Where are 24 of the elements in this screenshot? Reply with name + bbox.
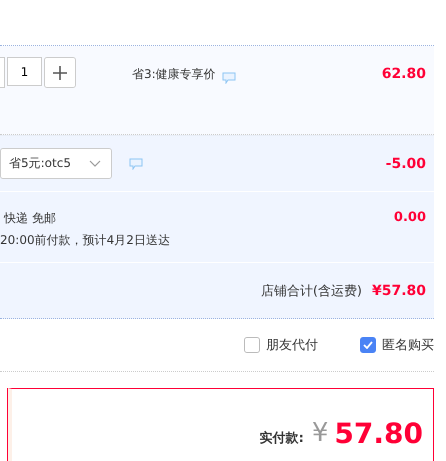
coupon-dropdown[interactable]: 省5元:otc5 xyxy=(0,148,112,179)
stepper-button[interactable] xyxy=(0,57,5,88)
payment-label: 实付款: xyxy=(260,430,304,447)
delivery-fee: 0.00 xyxy=(394,210,426,225)
delivery-note: 20:00前付款，预计4月2日送达 xyxy=(0,232,170,249)
quantity-field[interactable]: 1 xyxy=(7,57,42,86)
option-label: 匿名购买 xyxy=(382,337,434,354)
item-price: 62.80 xyxy=(382,66,426,82)
payment-amount: 57.80 xyxy=(334,416,423,450)
option-label: 朋友代付 xyxy=(266,337,318,354)
promo-label: 省3:健康专享价 xyxy=(132,66,216,83)
chat-icon[interactable] xyxy=(222,72,236,84)
shop-total-label: 店铺合计(含运费) xyxy=(260,282,362,300)
currency-symbol: ¥ xyxy=(312,418,328,448)
increment-button[interactable] xyxy=(44,57,76,88)
plus-icon xyxy=(52,64,68,80)
chat-icon[interactable] xyxy=(129,158,143,170)
checkbox[interactable] xyxy=(244,337,260,353)
delivery-method: 快递 免邮 xyxy=(4,210,57,227)
check-icon xyxy=(363,341,373,349)
caret-icon xyxy=(89,160,101,168)
checkbox[interactable] xyxy=(360,337,376,353)
coupon-amount: -5.00 xyxy=(386,156,426,172)
shop-total-amount: ¥57.80 xyxy=(372,282,426,298)
